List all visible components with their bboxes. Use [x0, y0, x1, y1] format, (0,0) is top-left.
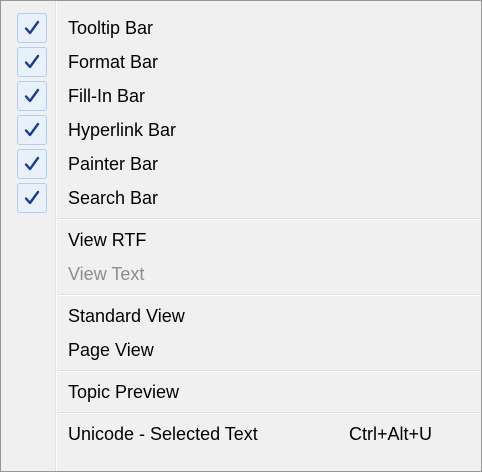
menu-item-label: Topic Preview	[68, 381, 180, 402]
menu-item-view-rtf[interactable]: View RTF	[1, 223, 481, 257]
menu-item-standard-view[interactable]: Standard View	[1, 299, 481, 333]
menu-item-label: Standard View	[68, 305, 185, 326]
menu-item-label: Unicode - Selected Text	[68, 423, 258, 444]
menu-separator	[1, 215, 481, 223]
menu-item-view-text: View Text	[1, 257, 481, 291]
menu-item-hyperlink-bar[interactable]: Hyperlink Bar	[1, 113, 481, 147]
checkmark-icon	[17, 13, 47, 43]
menu-item-label: View RTF	[68, 229, 147, 250]
menu-item-label: Format Bar	[68, 51, 159, 72]
menu-separator	[1, 367, 481, 375]
menu-item-label: Fill-In Bar	[68, 85, 146, 106]
menu-item-tooltip-bar[interactable]: Tooltip Bar	[1, 11, 481, 45]
checkmark-icon	[17, 149, 47, 179]
menu-item-painter-bar[interactable]: Painter Bar	[1, 147, 481, 181]
checkmark-icon	[17, 47, 47, 77]
menu-item-fill-in-bar[interactable]: Fill-In Bar	[1, 79, 481, 113]
checkmark-icon	[17, 183, 47, 213]
checkmark-icon	[17, 81, 47, 111]
checkmark-icon	[17, 115, 47, 145]
menu-item-search-bar[interactable]: Search Bar	[1, 181, 481, 215]
menu-item-label: Page View	[68, 339, 154, 360]
menu-item-topic-preview[interactable]: Topic Preview	[1, 375, 481, 409]
menu-item-label: Search Bar	[68, 187, 159, 208]
menu-item-page-view[interactable]: Page View	[1, 333, 481, 367]
menu-item-unicode-selected-text[interactable]: Unicode - Selected Text Ctrl+Alt+U	[1, 417, 481, 451]
menu-separator	[1, 409, 481, 417]
view-context-menu: Tooltip Bar Format Bar Fill-In Bar Hyper…	[0, 0, 482, 472]
menu-items: Tooltip Bar Format Bar Fill-In Bar Hyper…	[1, 11, 481, 451]
menu-item-shortcut: Ctrl+Alt+U	[349, 423, 433, 444]
menu-separator	[1, 291, 481, 299]
menu-item-format-bar[interactable]: Format Bar	[1, 45, 481, 79]
menu-item-label: Hyperlink Bar	[68, 119, 177, 140]
menu-item-label: Painter Bar	[68, 153, 159, 174]
menu-item-label: View Text	[68, 263, 145, 284]
menu-item-label: Tooltip Bar	[68, 17, 154, 38]
